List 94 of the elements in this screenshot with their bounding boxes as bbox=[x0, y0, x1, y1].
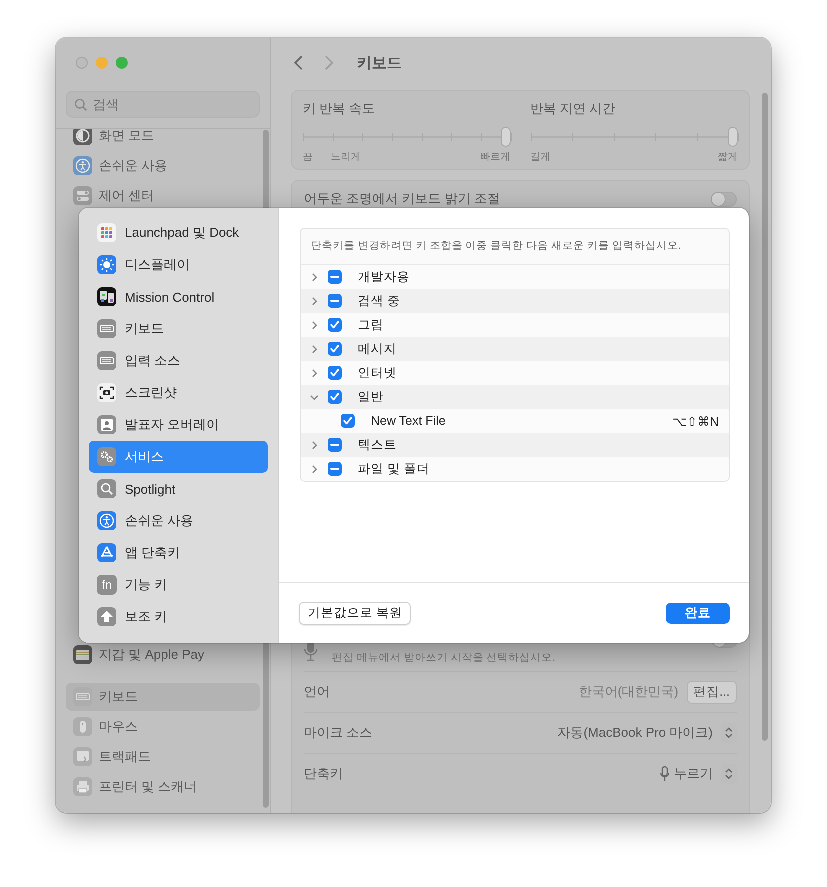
slider-thumb[interactable] bbox=[500, 127, 510, 147]
page-title: 키보드 bbox=[357, 54, 402, 72]
done-button[interactable]: 완료 bbox=[666, 602, 730, 624]
tree-row[interactable]: 일반 bbox=[301, 385, 729, 409]
service-label: 인터넷 bbox=[358, 364, 397, 382]
sun-icon bbox=[97, 255, 117, 275]
service-label: 그림 bbox=[358, 316, 384, 334]
wallet-icon bbox=[73, 645, 93, 665]
contrast-icon bbox=[73, 129, 93, 146]
checkmark-icon bbox=[343, 416, 353, 426]
sidebar-item[interactable]: 지갑 및 Apple Pay bbox=[66, 640, 260, 670]
chevron-icon bbox=[310, 392, 318, 402]
sidebar-item[interactable]: 마우스 bbox=[66, 712, 260, 742]
sidebar-item[interactable]: 손쉬운 사용 bbox=[89, 505, 268, 537]
toggle-switch[interactable] bbox=[711, 192, 737, 206]
slider-label: 빠르게 bbox=[480, 151, 510, 164]
setting-label: 마이크 소스 bbox=[304, 724, 373, 742]
setting-label: 언어 bbox=[304, 683, 330, 701]
sidebar-item[interactable]: Spotlight bbox=[89, 473, 268, 505]
search-icon bbox=[97, 479, 117, 499]
setting-label: 키 반복 속도 bbox=[303, 101, 376, 118]
sidebar-item[interactable]: 제어 센터 bbox=[66, 181, 260, 211]
tree-row[interactable]: 텍스트 bbox=[301, 433, 729, 457]
service-label: 개발자용 bbox=[358, 268, 410, 286]
popup-button[interactable]: 자동(MacBook Pro 마이크) bbox=[558, 724, 713, 742]
slider-label: 끔 bbox=[303, 151, 313, 164]
chevron-icon bbox=[310, 368, 318, 378]
slider-thumb[interactable] bbox=[728, 127, 738, 147]
chevron-icon bbox=[310, 296, 318, 306]
mouse-icon bbox=[73, 717, 93, 737]
restore-defaults-button[interactable]: 기본값으로 복원 bbox=[299, 602, 412, 624]
slider[interactable] bbox=[303, 127, 510, 147]
tree-row[interactable]: 메시지 bbox=[301, 337, 729, 361]
setting-label: 단축키 bbox=[304, 765, 343, 783]
sidebar-item[interactable]: 스크린샷 bbox=[89, 377, 268, 409]
sidebar-item[interactable]: 트랙패드 bbox=[66, 742, 260, 772]
sidebar-item[interactable]: 서비스 bbox=[89, 441, 268, 473]
sidebar-item[interactable]: 키보드 bbox=[89, 313, 268, 345]
popup-button[interactable]: 누르기 bbox=[674, 765, 713, 783]
setting-value: 한국어(대한민국) bbox=[578, 683, 679, 701]
sidebar-item[interactable]: 손쉬운 사용 bbox=[66, 151, 260, 181]
slider-label: 길게 bbox=[530, 151, 550, 164]
gears-icon bbox=[97, 447, 117, 467]
arrow-up-icon bbox=[97, 607, 117, 627]
chevron-icon bbox=[310, 344, 318, 354]
sidebar-item[interactable]: 앱 단축키 bbox=[89, 537, 268, 569]
camera-icon bbox=[97, 383, 117, 403]
microphone-icon bbox=[660, 766, 670, 782]
sidebar-item[interactable]: 발표자 오버레이 bbox=[89, 409, 268, 441]
accessibility-icon bbox=[73, 156, 93, 176]
setting-label: 어두운 조명에서 키보드 밝기 조절 bbox=[304, 190, 500, 208]
sidebar-item[interactable]: 보조 키 bbox=[89, 601, 268, 633]
chevron-icon bbox=[310, 440, 318, 450]
up-down-chevron-icon bbox=[725, 727, 733, 739]
service-label: 텍스트 bbox=[358, 436, 397, 454]
windows-icon bbox=[97, 287, 117, 307]
sidebar-item[interactable]: Launchpad 및 Dock bbox=[89, 217, 268, 249]
sidebar-item[interactable]: 화면 모드 bbox=[66, 129, 260, 151]
accessibility-icon bbox=[97, 511, 117, 531]
sidebar-item[interactable]: 디스플레이 bbox=[89, 249, 268, 281]
up-down-chevron-icon bbox=[725, 768, 733, 780]
person-icon bbox=[97, 415, 117, 435]
slider-label: 짧게 bbox=[718, 151, 738, 164]
edit-button[interactable]: 편집... bbox=[686, 680, 737, 704]
tree-row[interactable]: 검색 중 bbox=[301, 289, 729, 313]
sidebar-item[interactable]: 입력 소스 bbox=[89, 345, 268, 377]
shortcut-text: ⌥⇧⌘N bbox=[672, 414, 719, 428]
back-button[interactable] bbox=[293, 55, 305, 71]
toggles-icon bbox=[73, 186, 93, 206]
service-label: 일반 bbox=[358, 388, 384, 406]
checkbox[interactable] bbox=[341, 414, 355, 428]
keyboard-icon bbox=[97, 319, 117, 339]
service-label: New Text File bbox=[371, 414, 446, 428]
service-label: 파일 및 폴더 bbox=[358, 460, 430, 478]
keyboard-icon bbox=[73, 687, 93, 707]
grid-icon bbox=[97, 223, 117, 243]
keyboard-icon bbox=[97, 351, 117, 371]
setting-label: 반복 지연 시간 bbox=[530, 101, 617, 118]
printer-icon bbox=[73, 777, 93, 797]
sidebar-item[interactable]: 프린터 및 스캐너 bbox=[66, 772, 260, 802]
slider[interactable] bbox=[530, 127, 738, 147]
search-field[interactable]: 검색 bbox=[66, 91, 260, 118]
chevron-icon bbox=[310, 464, 318, 474]
tools-icon bbox=[97, 543, 117, 563]
sidebar-item[interactable]: fn 기능 키 bbox=[89, 569, 268, 601]
slider-label: 느리게 bbox=[331, 151, 361, 164]
chevron-icon bbox=[310, 320, 318, 330]
chevron-icon bbox=[310, 272, 318, 282]
service-label: 검색 중 bbox=[358, 292, 400, 310]
service-label: 메시지 bbox=[358, 340, 397, 358]
trackpad-icon bbox=[73, 747, 93, 767]
fn-key-icon: fn bbox=[97, 575, 117, 595]
description-text: 편집 메뉴에서 받아쓰기 시작을 선택하십시오. bbox=[332, 651, 556, 666]
sidebar-item[interactable]: Mission Control bbox=[89, 281, 268, 313]
